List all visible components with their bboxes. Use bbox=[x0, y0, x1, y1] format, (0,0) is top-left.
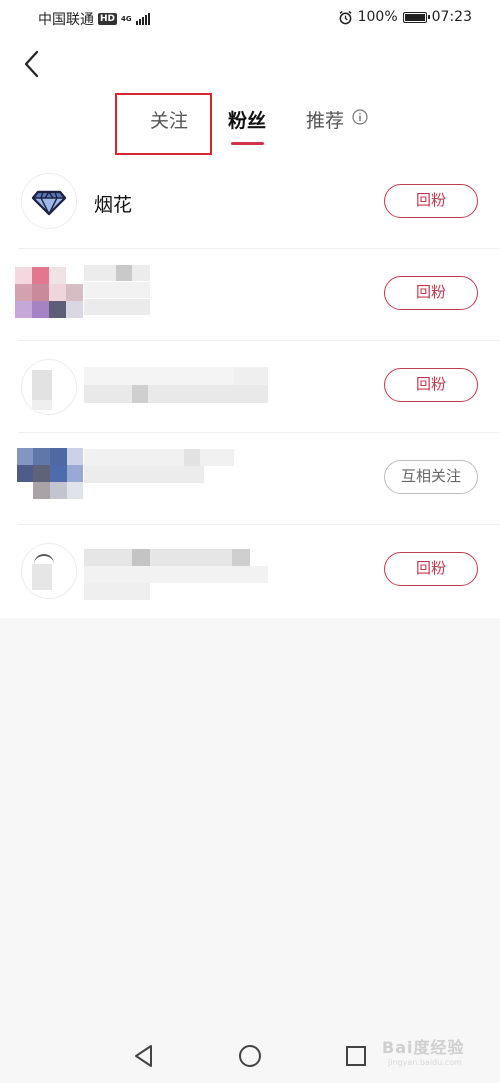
pixelated-username bbox=[84, 449, 234, 483]
clock-time: 07:23 bbox=[431, 9, 472, 25]
list-item: 回粉 bbox=[0, 341, 500, 433]
list-item: 互相关注 bbox=[0, 433, 500, 525]
signal-icon bbox=[135, 13, 150, 25]
diamond-icon bbox=[31, 190, 67, 216]
follow-back-button[interactable]: 回粉 bbox=[384, 184, 478, 218]
tab-fans[interactable]: 粉丝 bbox=[228, 106, 266, 133]
tab-bar: 关注 粉丝 推荐 bbox=[0, 106, 500, 148]
battery-icon bbox=[402, 11, 430, 23]
status-bar: 中国联通 HD 4G 100% 07:23 bbox=[0, 0, 500, 36]
follow-back-button[interactable]: 回粉 bbox=[384, 368, 478, 402]
list-item: 回粉 bbox=[0, 249, 500, 341]
alarm-icon bbox=[339, 10, 352, 24]
mutual-follow-button[interactable]: 互相关注 bbox=[384, 460, 478, 494]
watermark-url: jingyan.baidu.com bbox=[388, 1058, 462, 1067]
list-item: 烟花 回粉 bbox=[0, 157, 500, 249]
pixelated-avatar[interactable] bbox=[21, 543, 77, 599]
tab-recommend[interactable]: 推荐 bbox=[306, 106, 344, 133]
follow-back-button[interactable]: 回粉 bbox=[384, 552, 478, 586]
avatar[interactable] bbox=[21, 173, 77, 229]
follow-back-button[interactable]: 回粉 bbox=[384, 276, 478, 310]
back-button[interactable] bbox=[14, 46, 48, 82]
watermark-logo: Bai度经验 bbox=[382, 1038, 465, 1057]
carrier-name: 中国联通 bbox=[38, 12, 94, 28]
nav-home-icon[interactable] bbox=[237, 1043, 263, 1069]
pixelated-username bbox=[84, 265, 150, 315]
pixelated-avatar[interactable] bbox=[21, 359, 77, 415]
active-tab-indicator bbox=[231, 142, 264, 145]
pixelated-avatar[interactable] bbox=[17, 448, 83, 516]
pixelated-username bbox=[84, 367, 268, 403]
status-bar-right: 100% 07:23 bbox=[338, 9, 472, 25]
pixelated-username bbox=[84, 549, 268, 601]
network-type: 4G bbox=[121, 14, 132, 23]
nav-recents-icon[interactable] bbox=[343, 1043, 369, 1069]
annotation-highlight-box bbox=[115, 93, 212, 155]
fan-name: 烟花 bbox=[94, 194, 133, 216]
nav-back-icon[interactable] bbox=[131, 1043, 157, 1069]
hd-badge: HD bbox=[98, 13, 118, 25]
chevron-left-icon bbox=[24, 50, 39, 78]
info-icon[interactable] bbox=[352, 109, 368, 125]
pixelated-avatar[interactable] bbox=[15, 267, 85, 319]
list-item: 回粉 bbox=[0, 525, 500, 617]
status-bar-left: 中国联通 HD 4G bbox=[38, 9, 150, 29]
battery-percent: 100% bbox=[357, 9, 398, 25]
